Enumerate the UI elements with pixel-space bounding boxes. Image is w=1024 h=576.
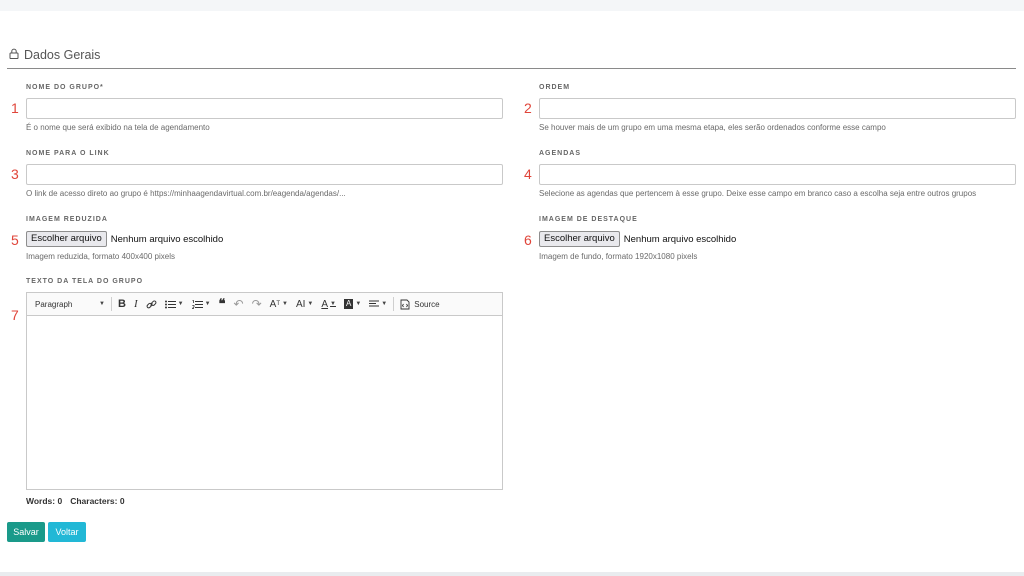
- chevron-down-icon: ▼: [381, 301, 388, 307]
- toolbar-separator: [393, 297, 395, 311]
- marker-3: 3: [11, 166, 19, 182]
- lock-icon: [9, 46, 19, 64]
- source-icon: [400, 299, 410, 309]
- chevron-down-icon: ▼: [204, 301, 211, 307]
- link-icon[interactable]: [142, 293, 161, 316]
- imagem-reduzida-file: Escolher arquivo Nenhum arquivo escolhid…: [26, 231, 223, 247]
- redo-icon[interactable]: ↷: [248, 293, 266, 316]
- marker-5: 5: [11, 232, 19, 248]
- top-strip: [0, 0, 1024, 11]
- editor-content-area[interactable]: [27, 316, 502, 489]
- word-counter: Words: 0 Characters: 0: [26, 496, 133, 506]
- chevron-down-icon: ▼: [177, 301, 184, 307]
- marker-4: 4: [524, 166, 532, 182]
- imagem-reduzida-hint: Imagem reduzida, formato 400x400 pixels: [26, 252, 175, 261]
- agendas-label: AGENDAS: [539, 150, 582, 157]
- font-family-icon[interactable]: AI ▼: [292, 293, 317, 316]
- paragraph-dropdown[interactable]: Paragraph ▼: [33, 293, 109, 316]
- bottom-strip: [0, 572, 1024, 576]
- chevron-down-icon: ▼: [99, 301, 105, 307]
- imagem-reduzida-label: IMAGEM REDUZIDA: [26, 216, 108, 223]
- back-button[interactable]: Voltar: [48, 522, 86, 542]
- characters-count: Characters: 0: [70, 496, 125, 506]
- section-title: Dados Gerais: [24, 48, 101, 62]
- save-button[interactable]: Salvar: [7, 522, 45, 542]
- imagem-reduzida-status: Nenhum arquivo escolhido: [110, 233, 224, 245]
- imagem-destaque-hint: Imagem de fundo, formato 1920x1080 pixel…: [539, 252, 698, 261]
- ordem-hint: Se houver mais de um grupo em uma mesma …: [539, 123, 886, 132]
- section-header: Dados Gerais: [9, 46, 100, 64]
- nome-link-hint: O link de acesso direto ao grupo é https…: [26, 189, 346, 198]
- marker-1: 1: [11, 100, 19, 116]
- texto-label: TEXTO DA TELA DO GRUPO: [26, 278, 144, 285]
- font-color-icon[interactable]: A ▼: [317, 293, 340, 316]
- background-color-icon[interactable]: A ▼: [340, 293, 365, 316]
- bulleted-list-icon[interactable]: ▼: [161, 293, 188, 316]
- nome-grupo-hint: É o nome que será exibido na tela de age…: [26, 123, 210, 132]
- source-label: Source: [414, 299, 440, 309]
- nome-link-label: NOME PARA O LINK: [26, 150, 110, 157]
- quote-icon[interactable]: ❝: [215, 293, 230, 316]
- chevron-down-icon: ▼: [355, 301, 362, 307]
- align-icon[interactable]: ▼: [365, 293, 391, 316]
- toolbar-separator: [111, 297, 112, 311]
- nome-grupo-input[interactable]: [26, 98, 503, 119]
- source-button[interactable]: Source: [396, 293, 443, 316]
- imagem-destaque-file: Escolher arquivo Nenhum arquivo escolhid…: [539, 231, 736, 247]
- words-count: Words: 0: [26, 496, 63, 506]
- nome-link-input[interactable]: [26, 164, 503, 185]
- chevron-down-icon: ▼: [307, 301, 314, 307]
- nome-grupo-label: NOME DO GRUPO*: [26, 84, 104, 91]
- bold-icon[interactable]: B: [114, 293, 130, 316]
- imagem-destaque-choose-button[interactable]: Escolher arquivo: [539, 231, 620, 247]
- marker-2: 2: [524, 100, 532, 116]
- font-size-icon[interactable]: A T ▼: [266, 293, 292, 316]
- marker-6: 6: [524, 232, 532, 248]
- section-divider: [7, 68, 1016, 69]
- rich-text-editor: Paragraph ▼ B I ▼ ▼ ❝ ↶ ↷ A T ▼ AI ▼ A ▼ A ▼ …: [26, 292, 503, 490]
- paragraph-label: Paragraph: [35, 299, 73, 309]
- imagem-destaque-label: IMAGEM DE DESTAQUE: [539, 216, 638, 223]
- ordem-input[interactable]: [539, 98, 1016, 119]
- marker-7: 7: [11, 307, 19, 323]
- undo-icon[interactable]: ↶: [230, 293, 248, 316]
- ordem-label: ORDEM: [539, 84, 571, 91]
- italic-icon[interactable]: I: [130, 293, 142, 316]
- agendas-input[interactable]: [539, 164, 1016, 185]
- chevron-down-icon: ▼: [330, 301, 336, 307]
- agendas-hint: Selecione as agendas que pertencem à ess…: [539, 189, 977, 198]
- numbered-list-icon[interactable]: ▼: [188, 293, 215, 316]
- imagem-destaque-status: Nenhum arquivo escolhido: [623, 233, 737, 245]
- chevron-down-icon: ▼: [282, 301, 288, 307]
- editor-toolbar: Paragraph ▼ B I ▼ ▼ ❝ ↶ ↷ A T ▼ AI ▼ A ▼ A ▼ …: [27, 293, 502, 316]
- imagem-reduzida-choose-button[interactable]: Escolher arquivo: [26, 231, 107, 247]
